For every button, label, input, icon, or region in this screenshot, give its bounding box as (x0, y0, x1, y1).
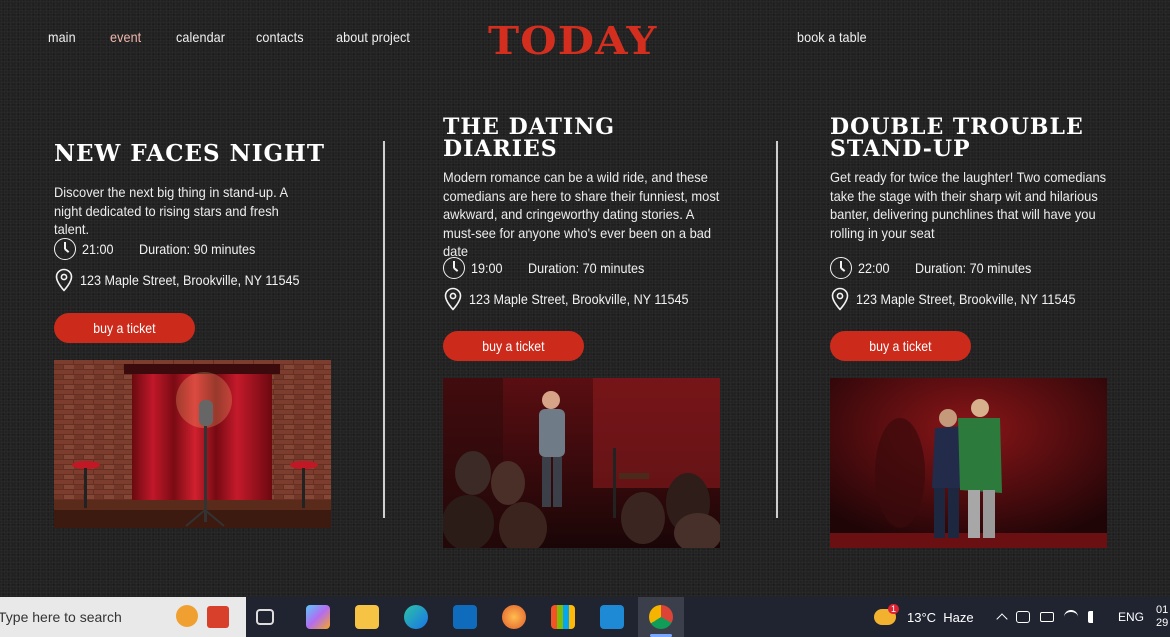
buy-ticket-button[interactable]: buy a ticket (54, 313, 195, 343)
location-pin-icon (831, 287, 849, 311)
volume-icon[interactable] (1088, 611, 1102, 623)
event-title-line-2: Diaries (443, 136, 558, 162)
event-address-row: 123 Maple Street, Brookville, NY 11545 (54, 268, 324, 292)
vscode-icon[interactable] (600, 605, 624, 629)
event-title-line-1: The Dating (443, 114, 616, 140)
event-time-row: 21:00 Duration: 90 minutes (54, 238, 268, 260)
event-duration: Duration: 70 minutes (915, 260, 1032, 276)
event-address: 123 Maple Street, Brookville, NY 11545 (856, 291, 1076, 307)
event-image-microphone-stage (54, 360, 331, 528)
event-title: New Faces Night (54, 140, 325, 167)
windows-taskbar: Type here to search 1 13°C Haze ENG 01 2… (0, 597, 1170, 637)
nav-book-a-table[interactable]: book a table (797, 29, 867, 45)
firefox-icon[interactable] (502, 605, 526, 629)
location-pin-icon (55, 268, 73, 292)
event-image-two-comedians-hug (830, 378, 1107, 548)
event-title-line-2: Stand-Up (830, 136, 971, 162)
alarm-clock-icon (176, 605, 198, 627)
file-explorer-icon[interactable] (355, 605, 379, 629)
nav-main[interactable]: main (48, 29, 76, 45)
gift-icon (207, 606, 229, 628)
event-title-line-1: Double Trouble (830, 114, 1084, 140)
event-address: 123 Maple Street, Brookville, NY 11545 (469, 291, 689, 307)
stage-microphone-image (54, 360, 331, 528)
nav-about-project[interactable]: about project (336, 29, 410, 45)
event-card-new-faces-night: New Faces Night Discover the next big th… (54, 140, 325, 239)
task-view-icon[interactable] (256, 609, 274, 625)
event-description: Discover the next big thing in stand-up.… (54, 184, 288, 237)
comedian-on-stage-image (443, 378, 720, 548)
clock-time: 01 (1156, 604, 1169, 616)
event-time-row: 22:00 Duration: 70 minutes (830, 257, 1044, 279)
weather-widget[interactable]: 1 13°C Haze (874, 597, 974, 637)
event-card-double-trouble: Double Trouble Stand-Up Get ready for tw… (830, 116, 1135, 242)
chevron-up-icon[interactable] (996, 613, 1008, 625)
system-tray-icons: ENG (996, 597, 1144, 637)
language-indicator[interactable]: ENG (1118, 610, 1144, 624)
buy-ticket-button[interactable]: buy a ticket (830, 331, 971, 361)
event-image-comedian-audience (443, 378, 720, 548)
wifi-icon[interactable] (1064, 610, 1078, 624)
event-address-row: 123 Maple Street, Brookville, NY 11545 (443, 287, 713, 311)
comedians-hugging-image (830, 378, 1107, 548)
event-time: 22:00 (858, 260, 890, 276)
location-pin-icon (444, 287, 462, 311)
top-navigation: main event calendar contacts about proje… (0, 0, 1170, 80)
event-time: 19:00 (471, 260, 503, 276)
buy-ticket-button[interactable]: buy a ticket (443, 331, 584, 361)
outlook-icon[interactable] (453, 605, 477, 629)
site-logo[interactable]: TODAY (488, 18, 657, 63)
event-card-dating-diaries: The Dating Diaries Modern romance can be… (443, 116, 748, 261)
clock-icon (443, 257, 465, 279)
event-duration: Duration: 70 minutes (528, 260, 645, 276)
edge-icon[interactable] (404, 605, 428, 629)
nav-contacts[interactable]: contacts (256, 29, 304, 45)
nav-calendar[interactable]: calendar (176, 29, 225, 45)
event-address-row: 123 Maple Street, Brookville, NY 11545 (830, 287, 1100, 311)
column-divider (383, 141, 385, 518)
meet-now-icon[interactable] (1016, 611, 1030, 623)
button-label: buy a ticket (93, 320, 156, 336)
event-time: 21:00 (82, 241, 114, 257)
event-time-row: 19:00 Duration: 70 minutes (443, 257, 657, 279)
nav-event[interactable]: event (110, 29, 141, 45)
clock-icon (54, 238, 76, 260)
column-divider (776, 141, 778, 518)
clock-date: 29 (1156, 617, 1169, 629)
system-clock[interactable]: 01 29 (1156, 597, 1168, 637)
weather-text: 13°C Haze (907, 609, 974, 625)
notification-badge: 1 (888, 604, 900, 614)
copilot-icon[interactable] (306, 605, 330, 629)
event-duration: Duration: 90 minutes (139, 241, 256, 257)
clock-icon (830, 257, 852, 279)
microsoft-store-icon[interactable] (551, 605, 575, 629)
search-placeholder: Type here to search (0, 609, 122, 625)
battery-icon[interactable] (1040, 612, 1054, 622)
event-description: Get ready for twice the laughter! Two co… (830, 169, 1107, 241)
chrome-icon[interactable] (649, 605, 673, 629)
button-label: buy a ticket (482, 338, 545, 354)
button-label: buy a ticket (869, 338, 932, 354)
event-address: 123 Maple Street, Brookville, NY 11545 (80, 272, 300, 288)
taskbar-search-box[interactable]: Type here to search (0, 597, 246, 637)
event-description: Modern romance can be a wild ride, and t… (443, 169, 720, 259)
